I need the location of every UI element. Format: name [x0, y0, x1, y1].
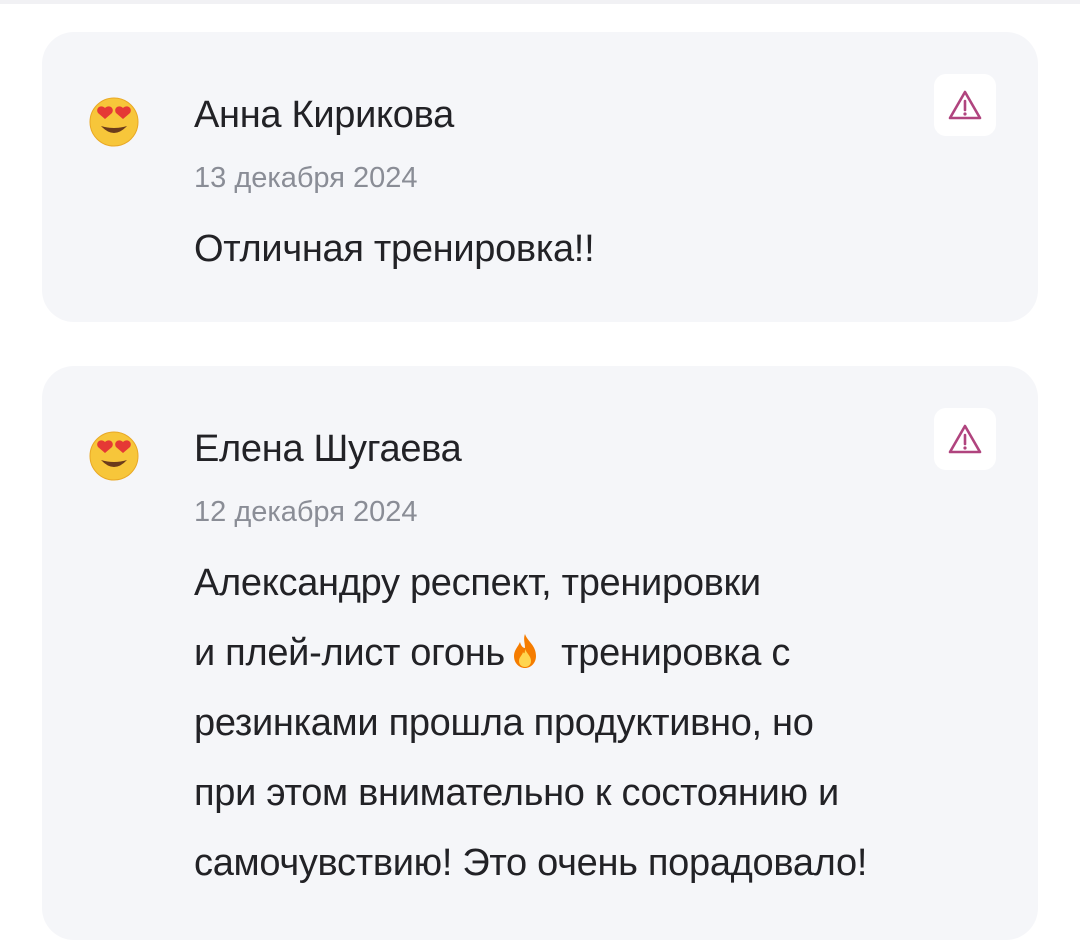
heart-eyes-emoji-icon	[88, 430, 140, 482]
review-text-line: и плей-лист огонь тренировка с	[194, 618, 1014, 688]
warning-triangle-icon	[948, 90, 982, 120]
heart-eyes-emoji-icon	[88, 96, 140, 148]
review-text-line: самочувствию! Это очень порадовало!	[194, 842, 868, 884]
review-text-fragment: тренировка с	[550, 632, 791, 674]
review-text-line: Александру респект, тренировки	[194, 562, 761, 604]
review-text: Отличная тренировка!!	[194, 214, 1014, 284]
review-card: Елена Шугаева 12 декабря 2024 Александру…	[42, 366, 1038, 940]
review-text-line: резинками прошла продуктивно, но	[194, 702, 814, 744]
review-author: Елена Шугаева	[194, 428, 462, 470]
review-text-fragment: и плей-лист огонь	[194, 632, 505, 674]
report-button[interactable]	[934, 74, 996, 136]
report-button[interactable]	[934, 408, 996, 470]
review-text-line: при этом внимательно к состоянию и	[194, 772, 839, 814]
review-author: Анна Кирикова	[194, 94, 454, 136]
review-card: Анна Кирикова 13 декабря 2024 Отличная т…	[42, 32, 1038, 322]
review-date: 13 декабря 2024	[194, 162, 418, 194]
review-text: Александру респект, тренировки и плей-ли…	[194, 548, 1014, 898]
review-text-line: Отличная тренировка!!	[194, 228, 595, 270]
warning-triangle-icon	[948, 424, 982, 454]
review-date: 12 декабря 2024	[194, 496, 418, 528]
top-divider	[0, 0, 1080, 4]
fire-emoji-icon	[505, 631, 545, 671]
